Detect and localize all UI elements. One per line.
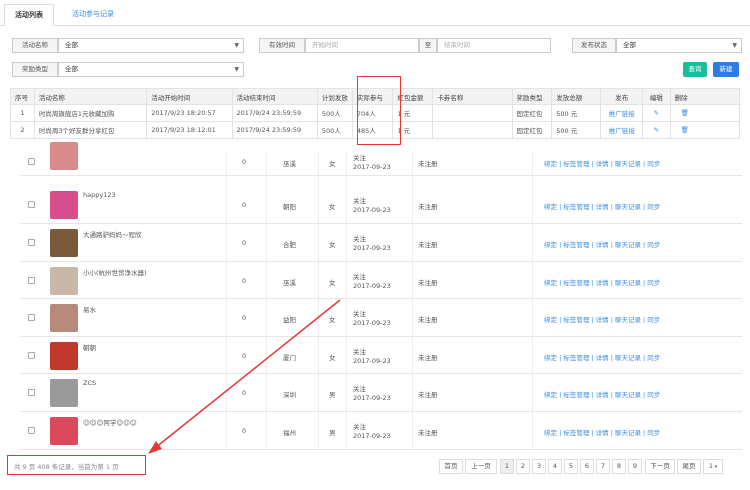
annotation-arrow <box>148 299 341 454</box>
arrow-line <box>149 299 341 453</box>
arrow-head <box>148 441 162 454</box>
